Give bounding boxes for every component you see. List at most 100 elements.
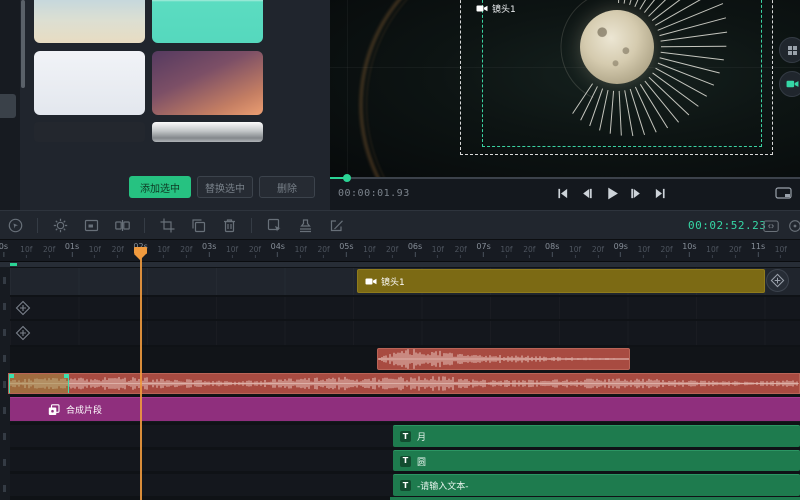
track-text-2[interactable]: 圆 — [10, 450, 800, 471]
fullscreen-monitor-button[interactable] — [775, 187, 793, 202]
ruler-tick: 11s — [751, 242, 765, 257]
clip-text-input[interactable]: -请输入文本- — [393, 474, 800, 496]
monitor-icon — [775, 187, 793, 202]
ruler-tick: 0s — [0, 242, 8, 257]
toolbar-divider — [37, 218, 38, 233]
selection-box-inner[interactable] — [482, 0, 762, 147]
track-composite[interactable]: 合成片段 — [10, 397, 800, 422]
ruler-tick: 20f — [180, 245, 192, 258]
pointer-tool-button[interactable] — [4, 214, 26, 236]
select-range-button[interactable] — [80, 214, 102, 236]
timeline-toolbar: 00:02:52.23 — [0, 210, 800, 240]
composite-clip-icon — [48, 404, 60, 416]
split-clip-button[interactable] — [111, 214, 133, 236]
copy-button[interactable] — [187, 214, 209, 236]
ruler-tick: 20f — [592, 245, 604, 258]
swatch-silver[interactable] — [152, 122, 263, 142]
ruler-tick: 10f — [89, 245, 101, 258]
preview-grid-button[interactable] — [779, 37, 800, 63]
ruler-tick: 10f — [20, 245, 32, 258]
swatch-purple-orange[interactable] — [152, 51, 263, 115]
preview-viewport[interactable]: 镜头1 — [330, 0, 800, 177]
swatch-white[interactable] — [34, 51, 145, 115]
add-keyframe-button[interactable] — [766, 269, 789, 292]
text-icon — [400, 431, 411, 442]
playhead-line[interactable] — [140, 248, 142, 500]
video-editor-app: 添加选中 替换选中 删除 镜头1 — [0, 0, 800, 500]
track-text-3[interactable]: -请输入文本- — [10, 474, 800, 496]
clip-camera-1[interactable]: 镜头1 — [357, 269, 765, 293]
swatch-empty-slot[interactable] — [34, 122, 145, 142]
track-text-1[interactable]: 月 — [10, 425, 800, 447]
ruler-tick: 20f — [317, 245, 329, 258]
delete-trash-button[interactable] — [218, 214, 240, 236]
ruler-tick: 09s — [614, 242, 628, 257]
clip-audio-short[interactable] — [377, 348, 630, 370]
track-keyframe-1[interactable] — [10, 297, 800, 319]
grid-icon — [787, 45, 798, 56]
skip-to-end-button[interactable] — [654, 187, 667, 200]
scroll-chip[interactable] — [10, 263, 17, 266]
edit-pen-button[interactable] — [325, 214, 347, 236]
track-header-marks — [3, 277, 6, 497]
swatch-teal[interactable] — [152, 0, 263, 43]
clip-audio-long[interactable] — [8, 373, 800, 394]
library-scrollbar[interactable] — [21, 0, 25, 88]
playback-bar: 00:00:01.93 — [330, 177, 800, 210]
camera-icon — [786, 79, 799, 89]
preview-camera-button[interactable] — [779, 71, 800, 97]
preview-clip-label: 镜头1 — [476, 2, 516, 15]
ruler-tick: 10f — [706, 245, 718, 258]
delete-button[interactable]: 删除 — [259, 176, 315, 198]
keyframe-diamond-icon[interactable] — [15, 325, 31, 341]
crop-button[interactable] — [156, 214, 178, 236]
library-sidebar-selected-item[interactable] — [0, 94, 16, 118]
seek-handle[interactable] — [343, 174, 351, 182]
ruler-tick: 08s — [545, 242, 559, 257]
ruler-tick: 10s — [682, 242, 696, 257]
track-keyframe-2[interactable] — [10, 321, 800, 345]
clip-composite[interactable]: 合成片段 — [10, 397, 800, 421]
clip-text-moon[interactable]: 月 — [393, 425, 800, 447]
skip-to-start-button[interactable] — [556, 187, 569, 200]
camera-icon — [365, 277, 377, 286]
previous-frame-button[interactable] — [580, 187, 593, 200]
ruler-tick: 10f — [157, 245, 169, 258]
waveform — [9, 374, 799, 393]
ruler-tick: 10f — [363, 245, 375, 258]
clip-composite-label: 合成片段 — [66, 403, 102, 416]
waveform — [378, 349, 629, 369]
toolbar-divider — [251, 218, 252, 233]
audio-selection-region[interactable] — [9, 374, 69, 393]
seek-bar[interactable] — [330, 177, 800, 179]
clip-text-label: -请输入文本- — [417, 479, 469, 492]
swatch-sky[interactable] — [34, 0, 145, 43]
ruler-tick: 20f — [455, 245, 467, 258]
clip-text-circle[interactable]: 圆 — [393, 450, 800, 471]
timeline-settings-button[interactable] — [784, 215, 800, 237]
select-all-button[interactable] — [263, 214, 285, 236]
timeline-panel: 0s10f20f01s10f20f02s10f20f03s10f20f04s10… — [0, 240, 800, 500]
ruler-tick: 10f — [638, 245, 650, 258]
replace-selected-button[interactable]: 替换选中 — [197, 176, 253, 198]
next-frame-button[interactable] — [630, 187, 643, 200]
media-library-panel: 添加选中 替换选中 删除 — [0, 0, 330, 210]
ruler-tick: 10f — [295, 245, 307, 258]
timeline-ruler[interactable]: 0s10f20f01s10f20f02s10f20f03s10f20f04s10… — [0, 240, 800, 262]
playhead-handle[interactable] — [134, 247, 147, 254]
ruler-tick: 20f — [112, 245, 124, 258]
track-audio-2[interactable] — [10, 373, 800, 395]
track-video[interactable]: 镜头1 — [10, 268, 800, 295]
fit-timeline-button[interactable] — [760, 215, 782, 237]
stamp-button[interactable] — [294, 214, 316, 236]
timeline-scroll-strip[interactable] — [0, 262, 800, 267]
ruler-tick: 20f — [660, 245, 672, 258]
add-selected-button[interactable]: 添加选中 — [129, 176, 191, 198]
ruler-tick: 06s — [408, 242, 422, 257]
play-button[interactable] — [604, 186, 619, 201]
track-audio-1[interactable] — [10, 347, 800, 371]
preview-clip-label-text: 镜头1 — [492, 2, 516, 15]
settings-gear-button[interactable] — [49, 214, 71, 236]
keyframe-diamond-icon[interactable] — [15, 300, 31, 316]
ruler-tick: 10f — [569, 245, 581, 258]
